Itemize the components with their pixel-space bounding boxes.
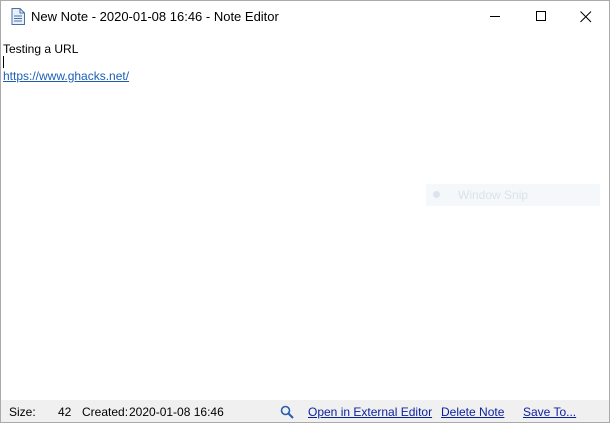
minimize-button[interactable] [472,1,518,32]
maximize-button[interactable] [518,1,564,32]
save-to-link[interactable]: Save To... [523,405,576,419]
note-editor-window: New Note - 2020-01-08 16:46 - Note Edito… [0,0,610,423]
title-bar[interactable]: New Note - 2020-01-08 16:46 - Note Edito… [1,1,609,32]
search-icon[interactable] [280,405,294,419]
close-button[interactable] [563,1,609,32]
open-external-editor-link[interactable]: Open in External Editor [308,405,432,419]
note-icon [11,8,25,25]
text-caret [3,56,4,68]
note-line-text: Testing a URL [3,42,79,56]
close-icon [580,10,592,23]
note-url-link[interactable]: https://www.ghacks.net/ [3,69,129,83]
minimize-icon [489,11,501,22]
note-text-area[interactable]: Testing a URL https://www.ghacks.net/ Wi… [2,32,608,400]
created-label: Created: [82,405,129,419]
window-snip-overlay: Window Snip [426,184,600,206]
size-label: Size: [9,405,36,419]
snip-icon [433,191,440,198]
window-snip-label: Window Snip [458,188,529,202]
window-title: New Note - 2020-01-08 16:46 - Note Edito… [31,9,279,24]
status-bar: Size: 42 Created: 2020-01-08 16:46 Open … [1,400,609,422]
delete-note-link[interactable]: Delete Note [441,405,504,419]
maximize-icon [535,11,547,22]
size-value: 42 [58,405,72,419]
created-value: 2020-01-08 16:46 [129,405,224,419]
